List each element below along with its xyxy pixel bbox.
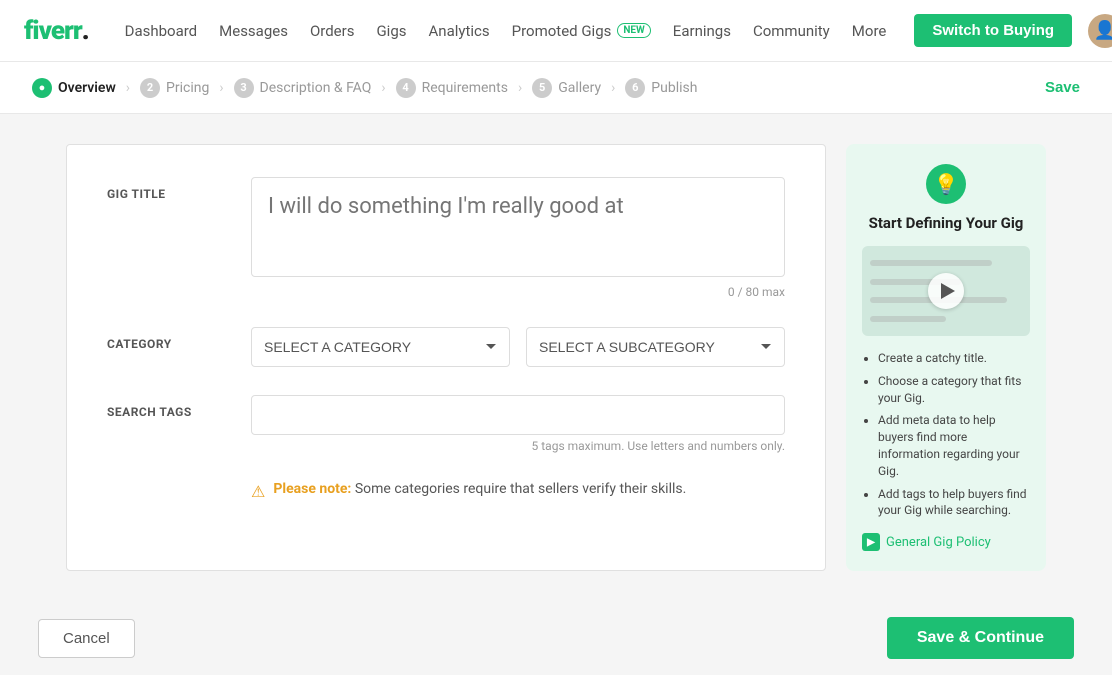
category-label: CATEGORY: [107, 327, 227, 351]
search-tags-field: 5 tags maximum. Use letters and numbers …: [251, 395, 785, 453]
breadcrumb-sep-3: ›: [381, 80, 385, 96]
nav-community[interactable]: Community: [753, 22, 830, 40]
tip-4: Add tags to help buyers find your Gig wh…: [878, 486, 1030, 520]
breadcrumb-num-4: 4: [396, 78, 416, 98]
main-content: GIG TITLE 0 / 80 max CATEGORY SELECT A C…: [6, 114, 1106, 601]
lightbulb-icon: 💡: [926, 164, 966, 204]
breadcrumb-num-6: 6: [625, 78, 645, 98]
navbar-links: Dashboard Messages Orders Gigs Analytics…: [125, 22, 887, 40]
breadcrumb-num-2: 2: [140, 78, 160, 98]
breadcrumb-bar: ● Overview › 2 Pricing › 3 Description &…: [0, 62, 1112, 114]
sidebar-card: 💡 Start Defining Your Gig Create a catch…: [846, 144, 1046, 571]
breadcrumb-save-button[interactable]: Save: [1045, 79, 1080, 96]
navbar-right: Switch to Buying 👤 Rs7,293.32: [914, 14, 1112, 48]
search-tags-input[interactable]: [251, 395, 785, 435]
sidebar-icon-wrap: 💡: [862, 164, 1030, 204]
sidebar-title: Start Defining Your Gig: [862, 214, 1030, 232]
nav-analytics[interactable]: Analytics: [429, 22, 490, 40]
breadcrumb-label-2: Pricing: [166, 80, 209, 96]
breadcrumb-sep-5: ›: [611, 80, 615, 96]
breadcrumb-pricing[interactable]: 2 Pricing: [140, 78, 209, 98]
notice-body: Some categories require that sellers ver…: [355, 481, 686, 497]
logo-dot: .: [82, 16, 89, 46]
notice-label: Please note:: [273, 481, 351, 497]
gig-title-field: 0 / 80 max: [251, 177, 785, 299]
gig-title-label: GIG TITLE: [107, 177, 227, 201]
save-continue-button[interactable]: Save & Continue: [887, 617, 1074, 659]
breadcrumb-label-4: Requirements: [422, 80, 508, 96]
video-thumbnail[interactable]: [862, 246, 1030, 336]
category-selects: SELECT A CATEGORY SELECT A SUBCATEGORY: [251, 327, 785, 367]
gig-title-input[interactable]: [251, 177, 785, 277]
breadcrumb-label-6: Publish: [651, 80, 697, 96]
notice-text: Please note: Some categories require tha…: [273, 481, 686, 497]
play-button[interactable]: [928, 273, 964, 309]
new-badge: NEW: [617, 23, 650, 38]
nav-promoted-gigs[interactable]: Promoted Gigs NEW: [512, 22, 651, 40]
footer-actions: Cancel Save & Continue: [6, 601, 1106, 675]
category-field: SELECT A CATEGORY SELECT A SUBCATEGORY: [251, 327, 785, 367]
breadcrumb-sep-1: ›: [126, 80, 130, 96]
search-tags-row: SEARCH TAGS 5 tags maximum. Use letters …: [107, 395, 785, 453]
char-count: 0 / 80 max: [251, 285, 785, 299]
breadcrumb-sep-2: ›: [219, 80, 223, 96]
breadcrumb-sep-4: ›: [518, 80, 522, 96]
avatar[interactable]: 👤: [1088, 14, 1112, 48]
breadcrumb-label-1: Overview: [58, 80, 116, 96]
navbar: fiverr. Dashboard Messages Orders Gigs A…: [0, 0, 1112, 62]
breadcrumb-description[interactable]: 3 Description & FAQ: [234, 78, 372, 98]
tip-2: Choose a category that fits your Gig.: [878, 373, 1030, 407]
tip-3: Add meta data to help buyers find more i…: [878, 412, 1030, 479]
tags-hint: 5 tags maximum. Use letters and numbers …: [251, 439, 785, 453]
subcategory-select[interactable]: SELECT A SUBCATEGORY: [526, 327, 785, 367]
notice-row: ⚠ Please note: Some categories require t…: [107, 481, 785, 501]
form-panel: GIG TITLE 0 / 80 max CATEGORY SELECT A C…: [66, 144, 826, 571]
category-row: CATEGORY SELECT A CATEGORY SELECT A SUBC…: [107, 327, 785, 367]
policy-icon: ▶: [862, 533, 880, 551]
breadcrumb-publish[interactable]: 6 Publish: [625, 78, 697, 98]
switch-buying-button[interactable]: Switch to Buying: [914, 14, 1072, 47]
tip-1: Create a catchy title.: [878, 350, 1030, 367]
breadcrumb-overview[interactable]: ● Overview: [32, 78, 116, 98]
gig-title-row: GIG TITLE 0 / 80 max: [107, 177, 785, 299]
breadcrumb-num-1: ●: [32, 78, 52, 98]
breadcrumb-requirements[interactable]: 4 Requirements: [396, 78, 508, 98]
breadcrumb-label-3: Description & FAQ: [260, 80, 372, 96]
nav-earnings[interactable]: Earnings: [673, 22, 731, 40]
nav-more[interactable]: More: [852, 22, 887, 40]
nav-dashboard[interactable]: Dashboard: [125, 22, 198, 40]
nav-gigs[interactable]: Gigs: [376, 22, 406, 40]
logo[interactable]: fiverr.: [24, 16, 89, 46]
policy-link[interactable]: ▶ General Gig Policy: [862, 533, 1030, 551]
notice-icon: ⚠: [251, 482, 265, 501]
category-select[interactable]: SELECT A CATEGORY: [251, 327, 510, 367]
breadcrumb-gallery[interactable]: 5 Gallery: [532, 78, 601, 98]
search-tags-label: SEARCH TAGS: [107, 395, 227, 419]
breadcrumb-label-5: Gallery: [558, 80, 601, 96]
nav-orders[interactable]: Orders: [310, 22, 355, 40]
cancel-button[interactable]: Cancel: [38, 619, 135, 658]
sidebar-panel: 💡 Start Defining Your Gig Create a catch…: [846, 144, 1046, 571]
nav-messages[interactable]: Messages: [219, 22, 288, 40]
sidebar-tips: Create a catchy title. Choose a category…: [862, 350, 1030, 519]
play-icon: [941, 283, 955, 299]
policy-link-label: General Gig Policy: [886, 535, 991, 550]
breadcrumb-num-3: 3: [234, 78, 254, 98]
breadcrumb-num-5: 5: [532, 78, 552, 98]
